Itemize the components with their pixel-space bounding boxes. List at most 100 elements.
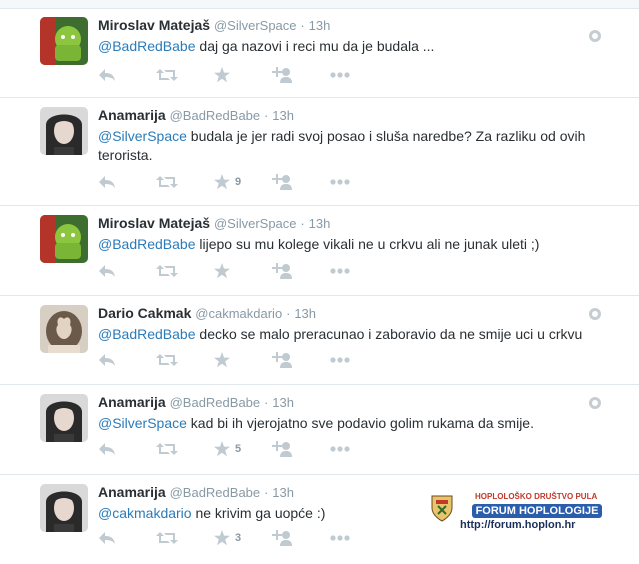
more-options-icon[interactable] — [589, 397, 601, 409]
reply-button[interactable] — [98, 529, 156, 547]
author-handle[interactable]: @BadRedBabe — [170, 485, 261, 500]
author-handle[interactable]: @SilverSpace — [214, 18, 297, 33]
retweet-icon — [156, 69, 178, 81]
mention-link[interactable]: @cakmakdario — [98, 505, 192, 521]
favorite-button[interactable] — [214, 262, 272, 280]
retweet-button[interactable] — [156, 529, 214, 547]
tweet-body: ne krivim ga uopće :) — [191, 505, 326, 521]
tweet-text: @BadRedBabe lijepo su mu kolege vikali n… — [98, 235, 618, 254]
avatar[interactable] — [40, 394, 88, 442]
watermark-forum: FORUM HOPLOLOGIJE — [472, 504, 602, 518]
favorite-button[interactable] — [214, 351, 272, 369]
avatar[interactable] — [40, 107, 88, 155]
reply-icon — [99, 443, 115, 455]
tweet-time[interactable]: 13h — [309, 18, 331, 33]
separator-dot: · — [264, 395, 269, 410]
star-icon — [214, 441, 230, 457]
reply-icon — [99, 265, 115, 277]
follow-button[interactable] — [272, 529, 330, 547]
author-handle[interactable]: @cakmakdario — [195, 306, 282, 321]
reply-icon — [99, 176, 115, 188]
follow-button[interactable] — [272, 351, 330, 369]
more-button[interactable] — [330, 351, 388, 369]
reply-button[interactable] — [98, 66, 156, 84]
retweet-button[interactable] — [156, 440, 214, 458]
more-options-icon[interactable] — [589, 308, 601, 320]
author-handle[interactable]: @BadRedBabe — [170, 108, 261, 123]
avatar[interactable] — [40, 305, 88, 353]
reply-button[interactable] — [98, 173, 156, 191]
tweet: Anamarija @BadRedBabe · 13h @SilverSpace… — [0, 99, 639, 206]
tweet-text: @BadRedBabe decko se malo preracunao i z… — [98, 325, 618, 344]
avatar[interactable] — [40, 17, 88, 65]
more-button[interactable] — [330, 66, 388, 84]
ellipsis-icon — [330, 446, 350, 452]
tweet-text: @SilverSpace kad bi ih vjerojatno sve po… — [98, 414, 618, 433]
favorite-button[interactable]: 3 — [214, 529, 272, 547]
tweet-actions: 5 — [98, 440, 388, 458]
tweet-body: decko se malo preracunao i zaboravio da … — [195, 326, 583, 342]
forum-emblem-icon — [430, 492, 454, 522]
tweet-time[interactable]: 13h — [309, 216, 331, 231]
reply-button[interactable] — [98, 440, 156, 458]
tweet-time[interactable]: 13h — [272, 485, 294, 500]
mention-link[interactable]: @BadRedBabe — [98, 326, 196, 342]
author-name[interactable]: Anamarija — [98, 107, 166, 123]
reply-icon — [99, 354, 115, 366]
more-button[interactable] — [330, 440, 388, 458]
tweet-actions — [98, 351, 388, 369]
mention-link[interactable]: @SilverSpace — [98, 415, 187, 431]
tweet-time[interactable]: 13h — [272, 108, 294, 123]
tweet-actions: 9 — [98, 173, 388, 191]
retweet-button[interactable] — [156, 173, 214, 191]
tweet-header: Anamarija @BadRedBabe · 13h — [98, 484, 294, 500]
avatar[interactable] — [40, 215, 88, 263]
follow-button[interactable] — [272, 173, 330, 191]
ellipsis-icon — [330, 179, 350, 185]
ellipsis-icon — [330, 357, 350, 363]
author-name[interactable]: Dario Cakmak — [98, 305, 191, 321]
retweet-icon — [156, 443, 178, 455]
retweet-button[interactable] — [156, 351, 214, 369]
favorite-count: 5 — [235, 443, 242, 455]
star-icon — [214, 67, 230, 83]
author-name[interactable]: Anamarija — [98, 484, 166, 500]
mention-link[interactable]: @BadRedBabe — [98, 38, 196, 54]
add-user-icon — [272, 352, 292, 368]
separator-dot: · — [300, 18, 305, 33]
tweet: Miroslav Matejaš @SilverSpace · 13h @Bad… — [0, 9, 639, 98]
retweet-icon — [156, 265, 178, 277]
tweet-header: Miroslav Matejaš @SilverSpace · 13h — [98, 215, 330, 231]
more-button[interactable] — [330, 173, 388, 191]
follow-button[interactable] — [272, 440, 330, 458]
retweet-icon — [156, 176, 178, 188]
author-handle[interactable]: @BadRedBabe — [170, 395, 261, 410]
favorite-button[interactable] — [214, 66, 272, 84]
retweet-button[interactable] — [156, 262, 214, 280]
author-name[interactable]: Miroslav Matejaš — [98, 17, 210, 33]
mention-link[interactable]: @SilverSpace — [98, 128, 187, 144]
favorite-button[interactable]: 5 — [214, 440, 272, 458]
more-button[interactable] — [330, 529, 388, 547]
author-name[interactable]: Anamarija — [98, 394, 166, 410]
mention-link[interactable]: @BadRedBabe — [98, 236, 196, 252]
tweet-header: Dario Cakmak @cakmakdario · 13h — [98, 305, 316, 321]
avatar[interactable] — [40, 484, 88, 532]
watermark-society: HOPLOLOŠKO DRUŠTVO PULA — [475, 492, 598, 501]
ellipsis-icon — [330, 268, 350, 274]
tweet-time[interactable]: 13h — [294, 306, 316, 321]
reply-button[interactable] — [98, 351, 156, 369]
retweet-button[interactable] — [156, 66, 214, 84]
favorite-button[interactable]: 9 — [214, 173, 272, 191]
separator-dot: · — [264, 108, 269, 123]
follow-button[interactable] — [272, 262, 330, 280]
author-handle[interactable]: @SilverSpace — [214, 216, 297, 231]
follow-button[interactable] — [272, 66, 330, 84]
tweet-header: Anamarija @BadRedBabe · 13h — [98, 107, 294, 123]
tweet-time[interactable]: 13h — [272, 395, 294, 410]
reply-button[interactable] — [98, 262, 156, 280]
tweet: Miroslav Matejaš @SilverSpace · 13h @Bad… — [0, 207, 639, 296]
ellipsis-icon — [330, 535, 350, 541]
more-button[interactable] — [330, 262, 388, 280]
author-name[interactable]: Miroslav Matejaš — [98, 215, 210, 231]
